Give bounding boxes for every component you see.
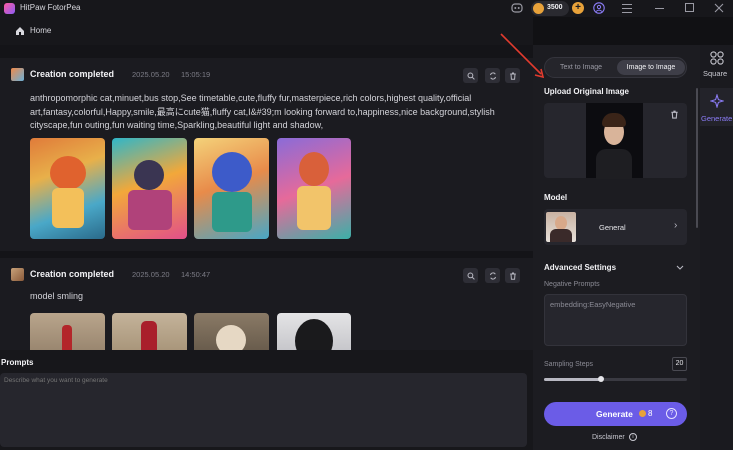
card-status: Creation completed — [30, 69, 115, 79]
chevron-right-icon: › — [674, 220, 678, 231]
home-icon[interactable] — [15, 26, 25, 36]
zoom-button[interactable] — [463, 68, 478, 83]
prompts-section: Prompts — [0, 350, 533, 450]
rail-item-square[interactable]: Square — [700, 45, 733, 83]
prompt-input[interactable] — [0, 373, 527, 447]
upload-label: Upload Original Image — [544, 87, 629, 96]
negative-prompts-label: Negative Prompts — [544, 281, 600, 288]
advanced-settings-label[interactable]: Advanced Settings — [544, 263, 616, 272]
slider-fill — [544, 378, 602, 381]
panel-scrollbar[interactable] — [696, 88, 698, 228]
generated-image[interactable] — [30, 313, 105, 350]
model-label: Model — [544, 193, 568, 202]
regenerate-button[interactable] — [485, 268, 500, 283]
rail-item-generate[interactable]: Generate — [700, 88, 733, 126]
app-logo-icon — [4, 3, 15, 14]
chevron-down-icon[interactable] — [676, 265, 684, 271]
disclaimer-link[interactable]: Disclaimer — [592, 434, 625, 441]
creation-card: Creation completed 2025.05.20 15:05:19 a… — [0, 58, 533, 251]
card-time: 15:05:19 — [181, 70, 211, 79]
trash-icon[interactable] — [670, 110, 679, 119]
card-prompt: anthropomorphic cat,minuet,bus stop,See … — [30, 93, 495, 130]
annotation-arrow — [500, 33, 545, 79]
generated-image[interactable] — [277, 138, 351, 239]
sampling-steps-slider[interactable] — [544, 376, 687, 382]
generate-cost: 8 — [648, 409, 653, 418]
side-rail: Square Generate — [700, 45, 733, 450]
rail-label: Square — [703, 69, 728, 78]
model-thumbnail — [546, 212, 576, 242]
generated-image[interactable] — [194, 138, 269, 239]
trash-icon — [509, 272, 516, 280]
negative-prompts-input[interactable]: embedding:EasyNegative — [544, 294, 687, 346]
close-icon[interactable] — [714, 3, 724, 13]
zoom-icon — [467, 272, 475, 280]
sampling-steps-label: Sampling Steps — [544, 361, 594, 368]
maximize-icon[interactable] — [685, 3, 694, 12]
generate-label: Generate — [596, 409, 633, 419]
minimize-icon[interactable] — [655, 8, 664, 9]
rail-label: Generate — [701, 114, 733, 123]
zoom-icon — [467, 72, 475, 80]
help-icon[interactable]: ? — [666, 408, 677, 419]
card-date: 2025.05.20 — [132, 70, 170, 79]
sampling-steps-value[interactable]: 20 — [672, 357, 687, 371]
generated-image[interactable] — [194, 313, 269, 350]
creation-card: Creation completed 2025.05.20 14:50:47 m… — [0, 258, 533, 350]
info-icon[interactable]: i — [629, 433, 637, 441]
tab-image-to-image[interactable]: Image to Image — [617, 60, 685, 75]
menu-icon[interactable] — [622, 3, 632, 13]
regenerate-icon — [489, 271, 496, 280]
model-selector[interactable]: General › — [544, 209, 687, 245]
settings-panel: Text to Image Image to Image Upload Orig… — [533, 45, 700, 450]
generated-image[interactable] — [277, 313, 351, 350]
card-time: 14:50:47 — [181, 270, 211, 279]
prompts-label: Prompts — [1, 358, 34, 367]
zoom-button[interactable] — [463, 268, 478, 283]
discord-icon[interactable] — [511, 3, 523, 13]
add-coins-icon[interactable]: + — [572, 2, 584, 14]
generated-image[interactable] — [30, 138, 105, 239]
upload-area[interactable] — [544, 103, 687, 179]
card-status: Creation completed — [30, 269, 115, 279]
square-grid-icon — [710, 51, 724, 65]
coin-balance[interactable]: 3500 — [531, 1, 569, 16]
generated-image[interactable] — [112, 138, 187, 239]
uploaded-image — [586, 103, 643, 179]
sparkle-icon — [710, 94, 724, 108]
tab-text-to-image[interactable]: Text to Image — [547, 60, 615, 75]
card-date: 2025.05.20 — [132, 270, 170, 279]
nav-bar: Home — [0, 17, 533, 45]
generate-button[interactable]: Generate 8 ? — [544, 402, 687, 426]
negative-prompts-value: embedding:EasyNegative — [550, 300, 636, 309]
avatar — [11, 68, 24, 81]
coin-icon — [639, 410, 646, 417]
title-bar: HitPaw FotorPea 3500 + — [0, 0, 733, 17]
card-prompt: model smling — [30, 291, 84, 301]
home-link[interactable]: Home — [30, 26, 51, 35]
coin-count: 3500 — [547, 4, 563, 11]
slider-handle[interactable] — [598, 376, 605, 382]
generated-image[interactable] — [112, 313, 187, 350]
model-value: General — [599, 223, 626, 232]
app-title: HitPaw FotorPea — [20, 3, 81, 12]
mode-tabs: Text to Image Image to Image — [544, 57, 687, 78]
delete-button[interactable] — [505, 268, 520, 283]
creation-feed: Creation completed 2025.05.20 15:05:19 a… — [0, 45, 533, 350]
coin-icon — [533, 3, 544, 14]
avatar — [11, 268, 24, 281]
user-icon[interactable] — [593, 2, 605, 14]
